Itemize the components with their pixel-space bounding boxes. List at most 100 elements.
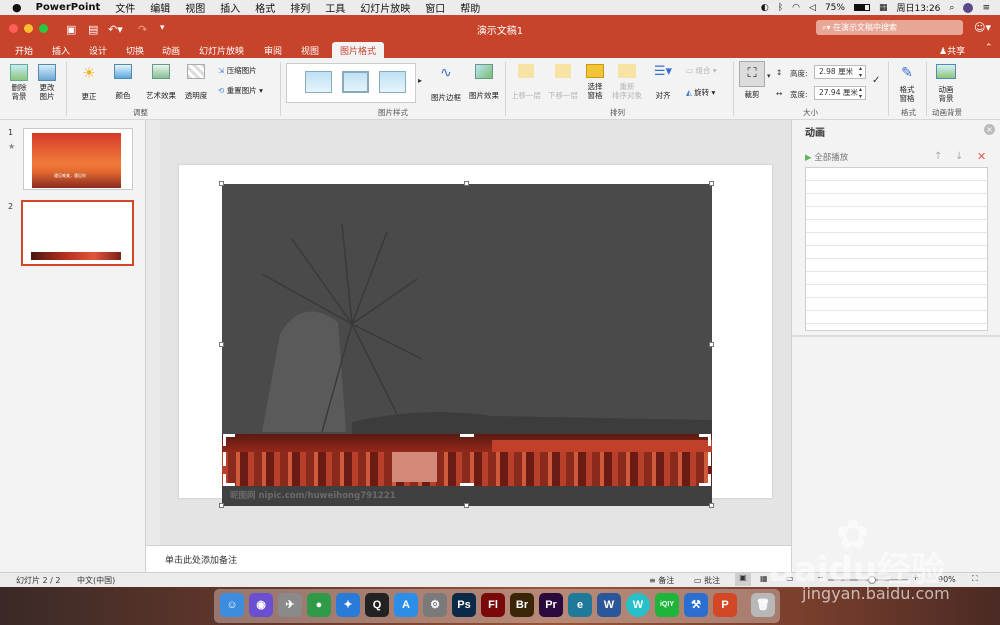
crop-handle-top[interactable] [460, 434, 474, 437]
transparency-button[interactable]: 透明度 [181, 64, 211, 100]
tab-slideshow[interactable]: 幻灯片放映 [199, 44, 244, 57]
menu-app-name[interactable]: PowerPoint [36, 2, 101, 13]
menu-edit[interactable]: 编辑 [150, 0, 170, 15]
lock-aspect-checkbox[interactable]: ✓ [872, 75, 880, 86]
iqiyi-dock-icon[interactable]: iQIY [655, 593, 679, 617]
language-indicator[interactable]: 中文(中国) [77, 575, 115, 586]
tab-picture-format[interactable]: 图片格式 [332, 42, 385, 58]
menu-arrange[interactable]: 排列 [290, 0, 310, 15]
siri-dock-icon[interactable]: ◉ [249, 593, 273, 617]
resize-handle-top[interactable] [464, 181, 469, 186]
spotlight-icon[interactable]: ⌕ [949, 3, 954, 13]
height-stepper-icon[interactable]: ▴ ▾ [859, 65, 862, 79]
wps-dock-icon[interactable]: W [626, 593, 650, 617]
send-backward-button[interactable]: 下移一层 [545, 64, 581, 100]
compress-pictures-button[interactable]: ⇲ 压缩图片 [218, 66, 257, 75]
remove-background-button[interactable]: 删除 背景 [6, 64, 32, 101]
wifi-icon[interactable]: ◠ [792, 3, 800, 13]
animate-background-button[interactable]: 动画 背景 [932, 64, 960, 103]
picture-styles-gallery[interactable] [286, 63, 416, 103]
align-button[interactable]: ☰▾ 对齐 [648, 64, 678, 100]
close-pane-icon[interactable]: × [984, 124, 995, 135]
move-up-icon[interactable]: ↑ [934, 151, 942, 162]
premiere-dock-icon[interactable]: Pr [539, 593, 563, 617]
word-dock-icon[interactable]: W [597, 593, 621, 617]
finder-dock-icon[interactable]: ☺ [220, 593, 244, 617]
resize-handle-top-left[interactable] [219, 181, 224, 186]
tab-insert[interactable]: 插入 [52, 44, 70, 57]
animation-list[interactable] [805, 167, 988, 331]
search-input[interactable]: ⌕▾ 在演示文稿中搜索 [816, 20, 963, 35]
color-button[interactable]: 颜色 [108, 64, 138, 100]
picture-border-button[interactable]: ∿ 图片边框 [428, 64, 464, 102]
picture-effects-button[interactable]: 图片效果 [466, 64, 502, 100]
sound-icon[interactable]: ◁ [809, 3, 816, 13]
chrome-dock-icon[interactable]: ● [307, 593, 331, 617]
crop-handle-bottom-right[interactable] [699, 474, 711, 486]
panel-splitter[interactable] [146, 120, 160, 572]
tab-review[interactable]: 审阅 [264, 44, 282, 57]
bluetooth-icon[interactable]: ᛒ [778, 3, 783, 13]
gallery-expand-icon[interactable]: ▸ [418, 76, 422, 85]
crop-dropdown-icon[interactable]: ▾ [767, 72, 771, 80]
slide-thumbnail-2[interactable] [21, 200, 134, 266]
resize-handle-right[interactable] [709, 342, 714, 347]
qq-dock-icon[interactable]: Q [365, 593, 389, 617]
picture-style-1[interactable] [305, 71, 332, 93]
notes-toggle-button[interactable]: ≡ 备注 [649, 575, 674, 586]
resize-handle-bottom-right[interactable] [709, 503, 714, 508]
crop-handle-top-left[interactable] [223, 434, 235, 446]
bring-forward-button[interactable]: 上移一层 [508, 64, 544, 100]
clock[interactable]: 周日13:26 [896, 1, 940, 14]
rotate-button[interactable]: ◭ 旋转 ▾ [686, 88, 715, 97]
play-all-button[interactable]: ▶ 全部播放 [805, 151, 848, 163]
apple-icon[interactable]: ● [12, 1, 22, 14]
browser-dock-icon[interactable]: e [568, 593, 592, 617]
input-method-icon[interactable]: ▦ [879, 3, 888, 13]
tab-animations[interactable]: 动画 [162, 44, 180, 57]
safari-dock-icon[interactable]: ✦ [336, 593, 360, 617]
crop-handle-bottom-left[interactable] [223, 474, 235, 486]
artistic-effects-button[interactable]: 艺术效果 [143, 64, 179, 100]
remove-animation-icon[interactable]: ✕ [977, 150, 986, 163]
user-avatar-icon[interactable] [963, 2, 974, 13]
comments-toggle-button[interactable]: ▭ 批注 [694, 575, 720, 586]
move-down-icon[interactable]: ↓ [955, 151, 963, 162]
photoshop-dock-icon[interactable]: Ps [452, 593, 476, 617]
share-button[interactable]: ♟共享 [939, 44, 965, 57]
reorder-objects-button[interactable]: 重新 排序对象 [610, 64, 644, 100]
menu-tools[interactable]: 工具 [325, 0, 345, 15]
menu-slideshow[interactable]: 幻灯片放映 [360, 0, 410, 15]
app-store-dock-icon[interactable]: A [394, 593, 418, 617]
menu-file[interactable]: 文件 [115, 0, 135, 15]
notification-icon[interactable]: ≡ [982, 3, 990, 13]
resize-handle-top-right[interactable] [709, 181, 714, 186]
menu-insert[interactable]: 插入 [220, 0, 240, 15]
crop-handle-bottom[interactable] [460, 483, 474, 486]
menu-help[interactable]: 帮助 [460, 0, 480, 15]
picture-style-2[interactable] [342, 71, 369, 93]
corrections-button[interactable]: ☀ 更正 [74, 64, 104, 101]
menu-window[interactable]: 窗口 [425, 0, 445, 15]
xcode-dock-icon[interactable]: ⚒ [684, 593, 708, 617]
crop-handle-left[interactable] [223, 452, 226, 466]
resize-handle-bottom[interactable] [464, 503, 469, 508]
tab-view[interactable]: 视图 [301, 44, 319, 57]
powerpoint-dock-icon[interactable]: P [713, 593, 737, 617]
normal-view-icon[interactable]: ▣ [735, 573, 751, 586]
picture-style-3[interactable] [379, 71, 406, 93]
menu-view[interactable]: 视图 [185, 0, 205, 15]
selection-pane-button[interactable]: 选择 窗格 [583, 64, 607, 100]
group-objects-button[interactable]: ▭ 组合 ▾ [686, 66, 717, 75]
pane-divider[interactable] [792, 335, 1000, 337]
crop-button[interactable]: ⛶ 裁剪 [737, 61, 767, 99]
smiley-feedback-icon[interactable]: ☺▾ [974, 21, 991, 34]
crop-handle-right[interactable] [708, 452, 711, 466]
reset-picture-button[interactable]: ⟲ 重置图片 ▾ [218, 86, 263, 95]
change-picture-button[interactable]: 更改 图片 [34, 64, 60, 101]
media-icon[interactable]: ◐ [761, 3, 769, 13]
resize-handle-left[interactable] [219, 342, 224, 347]
notes-pane[interactable]: 单击此处添加备注 [146, 545, 791, 572]
system-preferences-dock-icon[interactable]: ⚙ [423, 593, 447, 617]
bridge-dock-icon[interactable]: Br [510, 593, 534, 617]
